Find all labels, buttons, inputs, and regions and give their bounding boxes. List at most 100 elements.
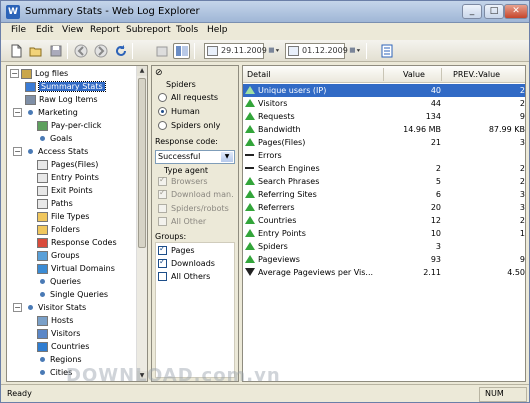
groups-icon: [37, 250, 48, 261]
tree-item[interactable]: Queries: [37, 276, 81, 288]
tree-item[interactable]: Paths: [37, 198, 73, 210]
tree-item[interactable]: Groups: [37, 250, 80, 262]
tree-item[interactable]: Pages(Files): [37, 159, 98, 171]
table-row[interactable]: Referrers 20 3: [243, 201, 525, 214]
tree-scrollbar[interactable]: ▲ ▼: [136, 66, 147, 381]
report-options-button[interactable]: [378, 43, 395, 59]
summary-icon: [25, 81, 36, 92]
tree-expander[interactable]: −: [10, 69, 19, 78]
save-button[interactable]: [47, 43, 64, 59]
maximize-button[interactable]: □: [484, 4, 504, 19]
table-row[interactable]: Bandwidth 14.96 MB 87.99 KB: [243, 123, 525, 136]
menu-edit[interactable]: Edit: [36, 25, 53, 35]
radio-human-label: Human: [171, 107, 200, 116]
tree-item[interactable]: Goals: [37, 133, 72, 145]
tree-item[interactable]: File Types: [37, 211, 89, 223]
tree-item[interactable]: Pay-per-click: [37, 120, 101, 132]
row-value: 5: [435, 177, 441, 186]
tree-item[interactable]: Visitors: [37, 328, 80, 340]
tree-item[interactable]: Response Codes: [37, 237, 117, 249]
tree-item-label: Raw Log Items: [39, 95, 98, 104]
tree-item-label: Access Stats: [38, 147, 89, 156]
table-row[interactable]: Search Phrases 5 2: [243, 175, 525, 188]
column-value[interactable]: Value: [403, 70, 425, 79]
table-row[interactable]: Pages(Files) 21 3: [243, 136, 525, 149]
column-prev-value[interactable]: PREV.:Value: [453, 70, 500, 79]
tree-item[interactable]: Countries: [37, 341, 89, 353]
menu-tools[interactable]: Tools: [176, 25, 198, 35]
row-value: 44: [430, 99, 441, 108]
tree-item[interactable]: Raw Log Items: [25, 94, 98, 106]
table-row[interactable]: Average Pageviews per Vis... 2.11 4.50: [243, 266, 525, 279]
refresh-button[interactable]: [112, 43, 129, 59]
check-spiders-robots[interactable]: [158, 204, 167, 213]
tree-item[interactable]: Access Stats: [25, 146, 88, 158]
table-row[interactable]: Countries 12 2: [243, 214, 525, 227]
menu-file[interactable]: File: [11, 25, 26, 35]
table-row[interactable]: Errors: [243, 149, 525, 162]
logfiles-icon: [21, 68, 32, 79]
tree-item[interactable]: Entry Points: [37, 172, 99, 184]
trend-up-icon: [245, 125, 255, 134]
tree-expander[interactable]: −: [13, 108, 22, 117]
table-row[interactable]: Visitors 44 2: [243, 97, 525, 110]
table-row[interactable]: Requests 134 9: [243, 110, 525, 123]
filter-icon: [156, 46, 167, 57]
tree-item[interactable]: Folders: [37, 224, 80, 236]
back-button[interactable]: [72, 43, 89, 59]
response-icon: [37, 237, 48, 248]
date-to-dropdown[interactable]: [348, 43, 362, 59]
tree-item[interactable]: Marketing: [25, 107, 78, 119]
check-group-downloads[interactable]: [158, 257, 167, 268]
scroll-up-icon[interactable]: ▲: [137, 66, 147, 76]
check-group-all-others[interactable]: [158, 272, 167, 281]
check-browsers[interactable]: [158, 175, 167, 186]
menu-view[interactable]: View: [62, 25, 83, 35]
menu-help[interactable]: Help: [207, 25, 228, 35]
table-row[interactable]: Pageviews 93 9: [243, 253, 525, 266]
check-all-other[interactable]: [158, 217, 167, 226]
globe-icon: [37, 341, 48, 352]
tree-item-label: Goals: [50, 134, 73, 143]
date-from-field[interactable]: 29.11.2009: [204, 43, 267, 59]
tree-item[interactable]: Log files: [21, 68, 68, 80]
date-from-dropdown[interactable]: [267, 43, 281, 59]
menu-report[interactable]: Report: [90, 25, 120, 35]
tree-item[interactable]: Visitor Stats: [25, 302, 86, 314]
tree-item[interactable]: Exit Points: [37, 185, 93, 197]
tree-item[interactable]: Virtual Domains: [37, 263, 115, 275]
row-prev-value: 2: [519, 99, 525, 108]
tree-expander[interactable]: −: [13, 147, 22, 156]
filter-button[interactable]: [153, 43, 170, 59]
table-row[interactable]: Spiders 3: [243, 240, 525, 253]
tree-item[interactable]: Hosts: [37, 315, 73, 327]
row-detail: Pages(Files): [258, 138, 306, 147]
radio-spiders-only[interactable]: [158, 121, 167, 130]
layout-button[interactable]: [173, 43, 190, 59]
minimize-button[interactable]: _: [462, 4, 482, 19]
table-row[interactable]: Referring Sites 6 3: [243, 188, 525, 201]
radio-all-requests[interactable]: [158, 93, 167, 102]
menu-subreport[interactable]: Subreport: [126, 25, 171, 35]
radio-spiders-only-label: Spiders only: [171, 121, 221, 130]
check-group-pages[interactable]: [158, 244, 167, 255]
new-file-icon: [11, 44, 21, 58]
response-code-select[interactable]: Successful ▼: [155, 150, 235, 164]
table-row[interactable]: Entry Points 10 1: [243, 227, 525, 240]
close-button[interactable]: ✕: [504, 4, 528, 19]
radio-human[interactable]: [158, 107, 167, 116]
row-prev-value: 3: [519, 203, 525, 212]
table-row[interactable]: Search Engines 2 2: [243, 162, 525, 175]
new-button[interactable]: [7, 43, 24, 59]
tree-expander[interactable]: −: [13, 303, 22, 312]
check-download-managers[interactable]: [158, 188, 167, 199]
scroll-thumb[interactable]: [138, 78, 146, 248]
forward-button[interactable]: [92, 43, 109, 59]
tree-item[interactable]: Summary Stats: [25, 81, 106, 93]
column-detail[interactable]: Detail: [247, 70, 271, 79]
open-button[interactable]: [27, 43, 44, 59]
date-to-field[interactable]: 01.12.2009: [285, 43, 348, 59]
panel-close-icon[interactable]: ⊘: [155, 68, 163, 78]
table-row[interactable]: Unique users (IP) 40 2: [243, 84, 525, 97]
tree-item[interactable]: Single Queries: [37, 289, 108, 301]
